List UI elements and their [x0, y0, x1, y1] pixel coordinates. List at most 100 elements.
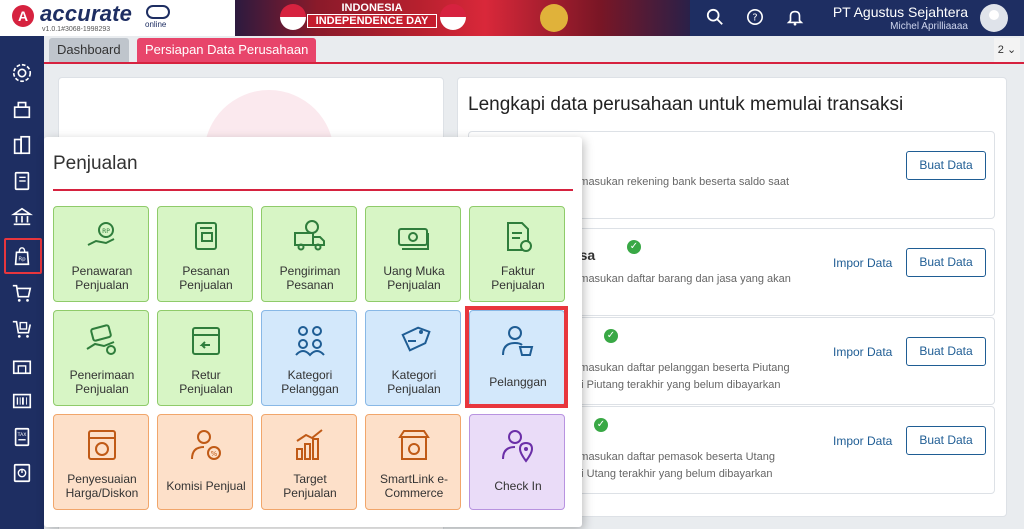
- sales-order-icon: [195, 222, 217, 250]
- tile-check-in[interactable]: Check In: [469, 414, 565, 510]
- banner-line2: INDEPENDENCE DAY: [307, 14, 437, 28]
- store-icon: [398, 430, 430, 460]
- tile-pesanan-penjualan[interactable]: Pesanan Penjualan: [157, 206, 253, 302]
- tile-label-line: Penjualan: [283, 486, 337, 500]
- svg-text:TAX: TAX: [17, 432, 27, 438]
- customer-category-icon: [295, 326, 325, 357]
- settings-icon[interactable]: [0, 56, 44, 90]
- report-icon[interactable]: [0, 456, 44, 490]
- tile-retur-penjualan[interactable]: Retur Penjualan: [157, 310, 253, 406]
- tile-label-line: Penjualan: [179, 382, 233, 396]
- tile-pengiriman-pesanan[interactable]: Pengiriman Pesanan: [261, 206, 357, 302]
- tile-kategori-pelanggan[interactable]: Kategori Pelanggan: [261, 310, 357, 406]
- tab-dashboard[interactable]: Dashboard: [49, 38, 129, 62]
- active-highlight: [4, 238, 42, 274]
- avatar[interactable]: [980, 4, 1008, 32]
- flag-icon: [280, 4, 306, 30]
- return-box-icon: [192, 327, 220, 355]
- tile-penerimaan-penjualan[interactable]: Penerimaan Penjualan: [53, 310, 149, 406]
- svg-text:?: ?: [752, 13, 757, 24]
- row-desc-line: nilai Piutang terakhir yang belum dibaya…: [564, 379, 781, 391]
- buat-data-button[interactable]: Buat Data: [906, 248, 986, 277]
- bell-icon[interactable]: [785, 8, 805, 28]
- tile-smartlink-ecommerce[interactable]: SmartLink e- Commerce: [365, 414, 461, 510]
- row-desc-line: memasukan daftar barang dan jasa yang ak…: [564, 273, 791, 285]
- bank-icon[interactable]: [0, 200, 44, 234]
- banner-line1: INDONESIA: [341, 2, 403, 14]
- tab-persiapan-data[interactable]: Persiapan Data Perusahaan: [137, 38, 317, 62]
- tile-label: Kategori Pelanggan: [262, 368, 358, 396]
- company-icon[interactable]: [0, 128, 44, 162]
- check-icon: ✓: [627, 240, 641, 254]
- tile-faktur-penjualan[interactable]: Faktur Penjualan: [469, 206, 565, 302]
- row-desc-line: nilai Utang terakhir yang belum dibayark…: [564, 468, 773, 480]
- search-icon[interactable]: [705, 8, 725, 28]
- tab-strip: Dashboard Persiapan Data Perusahaan 2 ⌄: [44, 36, 1024, 64]
- invoice-icon: [507, 222, 532, 252]
- price-adjust-icon: [88, 430, 116, 460]
- tile-label-line: Retur: [191, 368, 221, 382]
- tile-label: Uang Muka Penjualan: [366, 264, 462, 292]
- tile-label-line: Pesanan: [286, 278, 334, 292]
- setup-title: Lengkapi data perusahaan untuk memulai t…: [468, 94, 904, 115]
- delivery-truck-icon: [294, 220, 325, 251]
- user-name[interactable]: Michel Aprilliaaaa: [808, 21, 968, 32]
- accurate-logo-icon: A: [12, 5, 34, 27]
- logo[interactable]: A accurate online v1.0.1#3068-1998293: [0, 0, 250, 36]
- tile-label-line: Uang Muka: [383, 264, 445, 278]
- tile-label-line: Penjualan: [75, 382, 129, 396]
- tile-label-line: Penerimaan: [69, 368, 135, 382]
- tile-label-line: Commerce: [384, 486, 444, 500]
- tile-label: Faktur Penjualan: [470, 264, 566, 292]
- banner-title: INDONESIA INDEPENDENCE DAY: [307, 2, 437, 28]
- target-chart-icon: [296, 429, 323, 460]
- tile-kategori-penjualan[interactable]: Kategori Penjualan: [365, 310, 461, 406]
- purchase-icon[interactable]: [0, 312, 44, 346]
- top-bar: A accurate online v1.0.1#3068-1998293 IN…: [0, 0, 1024, 36]
- tax-icon[interactable]: TAX: [0, 420, 44, 454]
- tile-label-line: Penyesuaian: [67, 472, 137, 486]
- cart-icon[interactable]: [0, 276, 44, 310]
- row-desc-line: memasukan daftar pemasok beserta Utang: [564, 451, 775, 463]
- tile-uang-muka-penjualan[interactable]: Uang Muka Penjualan: [365, 206, 461, 302]
- sidebar: Rp TAX: [0, 36, 44, 529]
- check-in-icon: [502, 430, 534, 463]
- tile-penawaran-penjualan[interactable]: RP Penawaran Penjualan: [53, 206, 149, 302]
- barcode-icon[interactable]: [0, 384, 44, 418]
- inventory-icon[interactable]: [0, 92, 44, 126]
- buat-data-button[interactable]: Buat Data: [906, 426, 986, 455]
- row-desc: memasukan daftar barang dan jasa yang ak…: [564, 271, 824, 288]
- tile-label: Kategori Penjualan: [366, 368, 462, 396]
- tile-label: Penyesuaian Harga/Diskon: [54, 472, 150, 500]
- tile-label-line: Kategori: [391, 368, 437, 382]
- ledger-icon[interactable]: [0, 164, 44, 198]
- help-icon[interactable]: ?: [745, 8, 765, 28]
- impor-data-link[interactable]: Impor Data: [833, 434, 892, 448]
- tile-label-line: Target: [293, 472, 327, 486]
- tile-label-line: Pesanan: [182, 264, 230, 278]
- tile-label: Pesanan Penjualan: [158, 264, 254, 292]
- svg-text:%: %: [211, 450, 218, 458]
- warehouse-icon[interactable]: [0, 348, 44, 382]
- company-name[interactable]: PT Agustus Sejahtera: [808, 4, 968, 20]
- buat-data-button[interactable]: Buat Data: [906, 151, 986, 180]
- check-icon: ✓: [604, 329, 618, 343]
- tab-count-dropdown[interactable]: 2 ⌄: [994, 38, 1020, 62]
- impor-data-link[interactable]: Impor Data: [833, 345, 892, 359]
- tile-label: Check In: [470, 479, 566, 493]
- impor-data-link[interactable]: Impor Data: [833, 256, 892, 270]
- menu-title: Penjualan: [53, 153, 138, 174]
- tile-label-line: Penawaran: [71, 264, 133, 278]
- row-desc: memasukan daftar pelanggan beserta Piuta…: [564, 360, 824, 394]
- sales-icon[interactable]: Rp: [0, 238, 44, 274]
- tile-label-line: Pengiriman: [279, 264, 341, 278]
- tile-target-penjualan[interactable]: Target Penjualan: [261, 414, 357, 510]
- tile-komisi-penjual[interactable]: % Komisi Penjual: [157, 414, 253, 510]
- tile-label-line: Penjualan: [491, 278, 545, 292]
- tile-label-line: Check In: [494, 479, 542, 493]
- buat-data-button[interactable]: Buat Data: [906, 337, 986, 366]
- tile-penyesuaian-harga[interactable]: Penyesuaian Harga/Diskon: [53, 414, 149, 510]
- tile-label: Pengiriman Pesanan: [262, 264, 358, 292]
- tile-label-line: Penjualan: [387, 382, 441, 396]
- tile-label-line: Harga/Diskon: [65, 486, 139, 500]
